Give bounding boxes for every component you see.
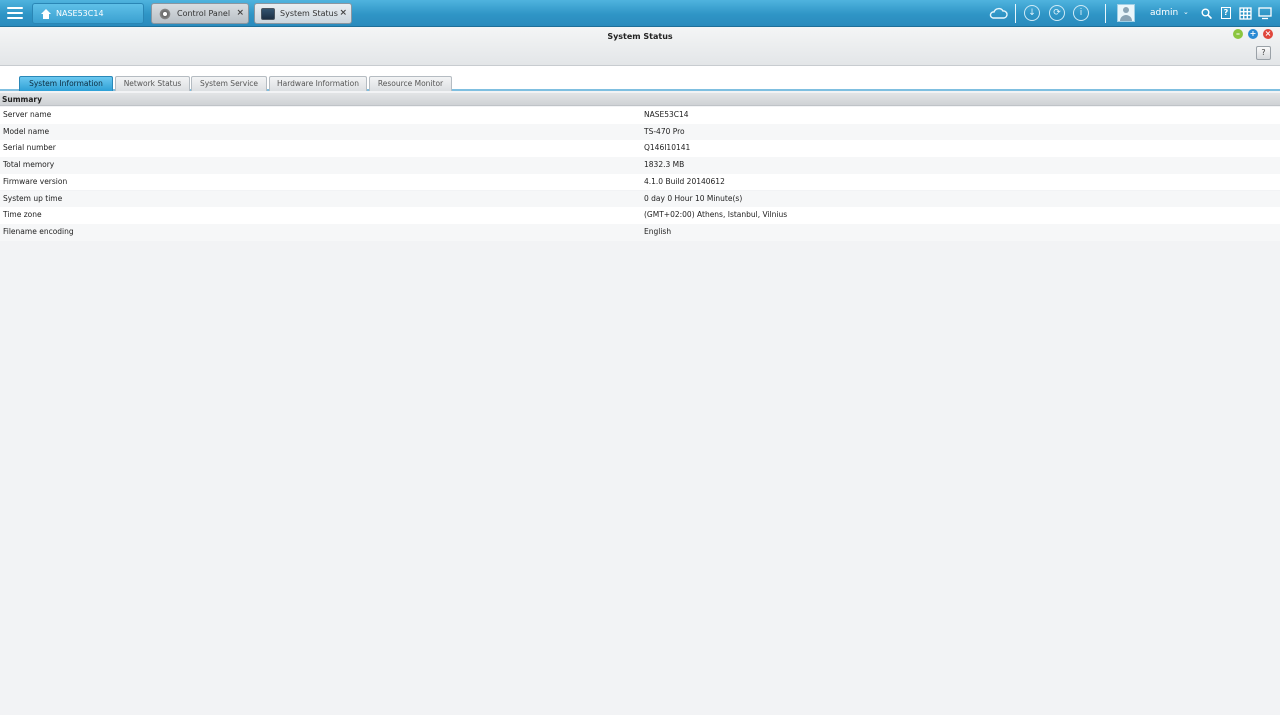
- sync-icon[interactable]: ⟳: [1049, 5, 1065, 21]
- tab-control-panel[interactable]: Control Panel ×: [151, 3, 249, 24]
- grid-icon[interactable]: [1239, 7, 1252, 20]
- row-value: NASE53C14: [644, 110, 689, 119]
- table-row: Filename encoding English: [0, 223, 1280, 241]
- table-row: Firmware version 4.1.0 Build 20140612: [0, 173, 1280, 191]
- cloud-icon[interactable]: [988, 6, 1008, 20]
- window-title: System Status: [607, 32, 673, 41]
- info-icon[interactable]: i: [1073, 5, 1089, 21]
- row-value: 0 day 0 Hour 10 Minute(s): [644, 193, 743, 203]
- close-icon[interactable]: ×: [339, 8, 347, 18]
- tab-system-information[interactable]: System Information: [19, 76, 113, 91]
- row-value: (GMT+02:00) Athens, Istanbul, Vilnius: [644, 210, 788, 220]
- row-value: Q146I10141: [644, 143, 691, 153]
- tab-hardware-information[interactable]: Hardware Information: [269, 76, 367, 91]
- row-key: Firmware version: [3, 176, 68, 186]
- chevron-down-icon[interactable]: ⌄: [1183, 8, 1189, 16]
- table-row: Serial number Q146I10141: [0, 140, 1280, 158]
- monitor-icon: [261, 7, 275, 20]
- tab-label: Control Panel: [177, 9, 231, 18]
- row-key: System up time: [3, 193, 63, 203]
- table-row: System up time 0 day 0 Hour 10 Minute(s): [0, 190, 1280, 208]
- minimize-icon[interactable]: –: [1233, 29, 1243, 39]
- window-header: System Status: [0, 27, 1280, 66]
- table-row: Total memory 1832.3 MB: [0, 157, 1280, 174]
- taskbar: NASE53C14 Control Panel × System Status …: [0, 0, 1280, 27]
- divider: [1105, 4, 1106, 23]
- row-key: Serial number: [3, 143, 56, 153]
- row-value: English: [644, 226, 672, 236]
- user-menu[interactable]: admin: [1150, 8, 1178, 18]
- row-value: 1832.3 MB: [644, 160, 685, 170]
- tab-network-status[interactable]: Network Status: [115, 76, 190, 91]
- divider: [1015, 4, 1016, 23]
- maximize-icon[interactable]: +: [1248, 29, 1258, 39]
- row-value: TS-470 Pro: [644, 126, 685, 136]
- table-row: Time zone (GMT+02:00) Athens, Istanbul, …: [0, 207, 1280, 224]
- tab-system-status[interactable]: System Status ×: [254, 3, 352, 24]
- row-value: 4.1.0 Build 20140612: [644, 176, 725, 186]
- home-tab-label: NASE53C14: [56, 9, 104, 18]
- help-icon[interactable]: ?: [1221, 7, 1231, 19]
- row-key: Filename encoding: [3, 226, 74, 236]
- table-row: Model name TS-470 Pro: [0, 123, 1280, 141]
- download-icon[interactable]: ↓: [1024, 5, 1040, 21]
- row-key: Time zone: [3, 210, 42, 220]
- home-icon: [41, 8, 51, 19]
- main-menu-icon[interactable]: [6, 5, 24, 21]
- close-window-icon[interactable]: ×: [1263, 29, 1273, 39]
- user-avatar[interactable]: [1117, 4, 1135, 22]
- row-key: Model name: [3, 126, 50, 136]
- summary-header: Summary: [0, 93, 1280, 106]
- gear-icon: [158, 7, 172, 20]
- desktop-icon[interactable]: [1258, 7, 1272, 20]
- close-icon[interactable]: ×: [236, 8, 244, 18]
- home-tab[interactable]: NASE53C14: [32, 3, 144, 24]
- row-key: Server name: [3, 110, 52, 119]
- row-key: Total memory: [3, 160, 55, 170]
- table-row: Server name NASE53C14: [0, 107, 1280, 124]
- help-button[interactable]: ?: [1256, 46, 1271, 60]
- tab-resource-monitor[interactable]: Resource Monitor: [369, 76, 452, 91]
- tab-label: System Status: [280, 9, 338, 18]
- subtab-bar: System Information Network Status System…: [0, 66, 1280, 91]
- tab-system-service[interactable]: System Service: [191, 76, 267, 91]
- search-icon[interactable]: [1201, 8, 1212, 19]
